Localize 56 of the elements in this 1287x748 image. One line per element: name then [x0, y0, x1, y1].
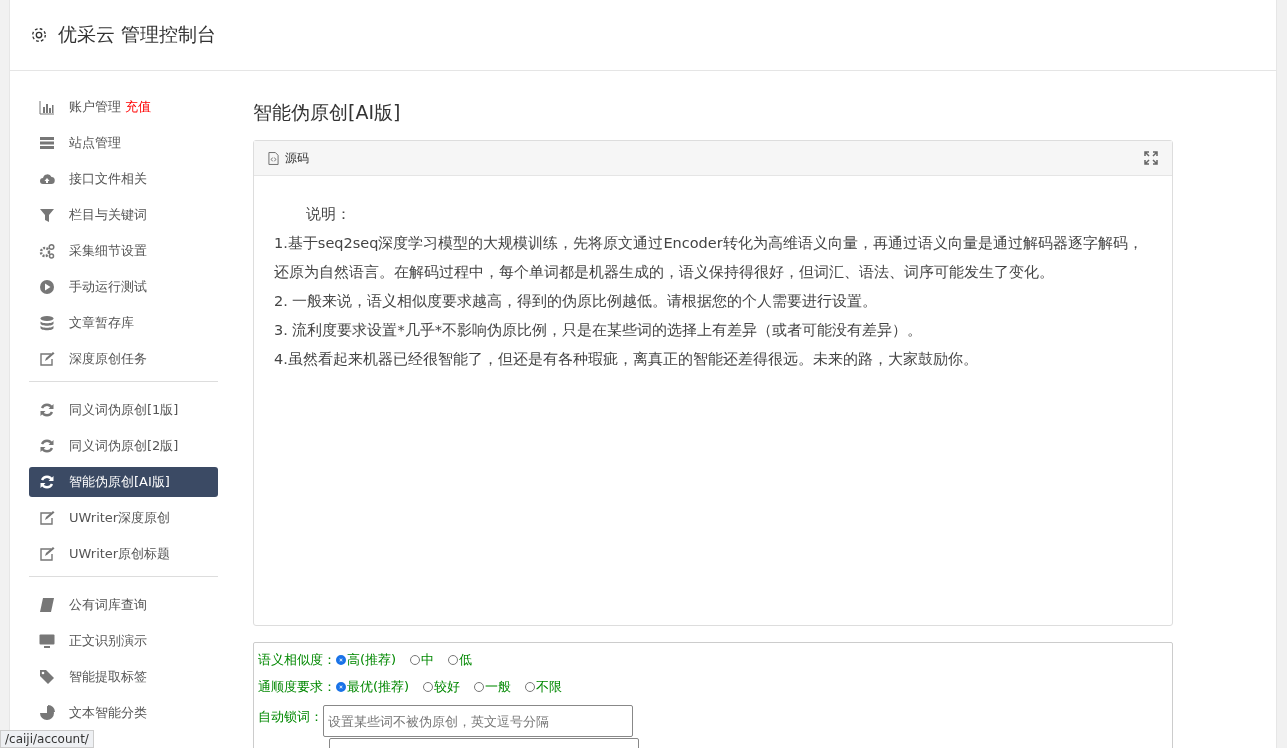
edit-icon	[39, 546, 55, 562]
lock-words-field[interactable]: 设置某些词不被伪原创，英文逗号分隔	[323, 705, 633, 737]
filter-icon	[39, 207, 55, 223]
sidebar-item[interactable]: 智能提取标签	[29, 662, 218, 692]
radio-option[interactable]: 中	[410, 651, 435, 669]
radio-option[interactable]: 一般	[474, 678, 512, 696]
sidebar-item[interactable]: 深度原创任务	[29, 344, 218, 374]
sidebar-item[interactable]: 同义词伪原创[2版]	[29, 431, 218, 461]
sidebar-item[interactable]: 同义词伪原创[1版]	[29, 395, 218, 425]
sidebar-item[interactable]: 智能伪原创[AI版]	[29, 467, 218, 497]
server-icon	[39, 135, 55, 151]
sidebar-item[interactable]: 账户管理 充值	[29, 92, 218, 122]
source-button[interactable]: 源码	[268, 149, 309, 167]
refresh-icon	[39, 438, 55, 454]
editor-paragraph: 1.基于seq2seq深度学习模型的大规模训练，先将原文通过Encoder转化为高维语义向量，再通过语义向量是通过解码器逐字解码，还原为自然语言。在解码过程中，每个单词都是机器生成的，语义保持得很好，但词汇、语法、词序可能发生了变化。	[274, 234, 1144, 282]
play-icon	[39, 279, 55, 295]
radio-option[interactable]: 不限	[525, 678, 563, 696]
sidebar-item[interactable]: 采集细节设置	[29, 236, 218, 266]
settings-icon	[30, 26, 48, 44]
status-url: /caiji/account/	[0, 730, 94, 748]
radio-option[interactable]: 低	[448, 651, 473, 669]
fullscreen-icon[interactable]	[1144, 151, 1158, 165]
sidebar-item[interactable]: 文本智能分类	[29, 698, 218, 728]
app-title: 优采云 管理控制台	[58, 22, 217, 47]
sidebar-item[interactable]: 手动运行测试	[29, 272, 218, 302]
sidebar-item[interactable]: 栏目与关键词	[29, 200, 218, 230]
bar-chart-icon	[39, 99, 55, 115]
recharge-link[interactable]: 充值	[125, 98, 151, 116]
sidebar-item[interactable]: UWriter深度原创	[29, 503, 218, 533]
radio-option[interactable]: 最优(推荐)	[336, 678, 410, 696]
sidebar-item[interactable]: 公有词库查询	[29, 590, 218, 620]
editor-paragraph: 2. 一般来说，语义相似度要求越高，得到的伪原比例越低。请根据您的个人需要进行设置。	[274, 292, 879, 311]
option-label: 自动锁词：	[258, 708, 323, 726]
refresh-icon	[39, 474, 55, 490]
edit-icon	[39, 510, 55, 526]
code-file-icon	[268, 151, 279, 165]
option-label: 语义相似度：	[258, 651, 336, 669]
page-title: 智能伪原创[AI版]	[253, 100, 402, 125]
editor-paragraph: 说明：	[305, 205, 352, 224]
tag-icon	[39, 669, 55, 685]
radio-option[interactable]: 高(推荐)	[336, 651, 397, 669]
sidebar-item[interactable]: 文章暂存库	[29, 308, 218, 338]
cloud-upload-icon	[39, 171, 55, 187]
sidebar-item[interactable]: 站点管理	[29, 128, 218, 158]
monitor-icon	[39, 633, 55, 649]
sidebar-item[interactable]: 正文识别演示	[29, 626, 218, 656]
pie-chart-icon	[39, 705, 55, 721]
database-icon	[39, 315, 55, 331]
sidebar-item[interactable]: 接口文件相关	[29, 164, 218, 194]
editor-paragraph: 3. 流利度要求设置*几乎*不影响伪原比例，只是在某些词的选择上有差异（或者可能没有差异）。	[274, 321, 923, 340]
radio-option[interactable]: 较好	[423, 678, 461, 696]
refresh-icon	[39, 402, 55, 418]
option-label: 通顺度要求：	[258, 678, 336, 696]
editor-paragraph: 4.虽然看起来机器已经很智能了，但还是有各种瑕疵，离真正的智能还差得很远。未来的路，大家鼓励你。	[274, 350, 979, 369]
edit-icon	[39, 351, 55, 367]
sidebar-item[interactable]: UWriter原创标题	[29, 539, 218, 569]
